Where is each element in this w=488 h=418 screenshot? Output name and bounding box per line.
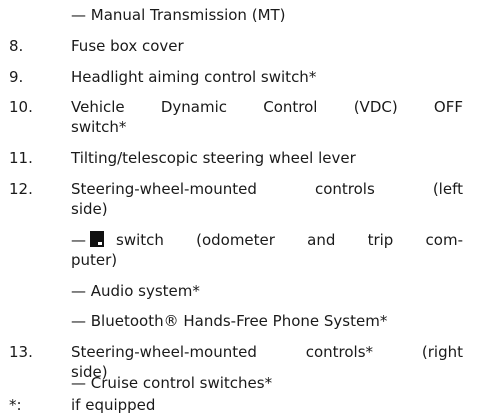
item-tilt-telescopic-lever: Tilting/telescopic steering wheel lever: [71, 149, 356, 167]
word: com-: [425, 231, 463, 249]
odometer-trip-computer-switch-icon: [90, 231, 104, 247]
word: Dynamic: [160, 98, 228, 116]
word: (VDC): [353, 98, 398, 116]
word: (odometer: [196, 231, 275, 249]
word: Steering-wheel-mounted: [71, 343, 257, 361]
item-steering-controls-right: Steering-wheel-mounted controls* (right: [71, 342, 463, 362]
sub-item-audio-system: — Audio system*: [71, 282, 200, 300]
item-number-12: 12.: [9, 180, 33, 198]
item-headlight-aiming-switch: Headlight aiming control switch*: [71, 68, 317, 86]
word: and: [307, 231, 336, 249]
item-steering-controls-left: Steering-wheel-mounted controls (left: [71, 179, 463, 199]
item-number-8: 8.: [9, 37, 24, 55]
item-fuse-box-cover: Fuse box cover: [71, 37, 184, 55]
sub-item-odometer-switch-cont: puter): [71, 251, 118, 269]
sub-item-bluetooth-phone: — Bluetooth® Hands-Free Phone System*: [71, 312, 388, 330]
word: controls: [314, 180, 375, 198]
item-vdc-off-switch-cont: switch*: [71, 118, 127, 136]
dash: —: [71, 231, 86, 249]
footnote-if-equipped: if equipped: [71, 396, 156, 414]
sub-item-odometer-switch: — switch (odometer and trip com-: [71, 230, 463, 250]
item-number-11: 11.: [9, 149, 33, 167]
item-steering-controls-left-cont: side): [71, 200, 108, 218]
word: (right: [421, 343, 463, 361]
item-number-13: 13.: [9, 343, 33, 361]
item-number-10: 10.: [9, 98, 33, 116]
sub-item-cruise-control: — Cruise control switches*: [71, 374, 273, 392]
word: controls*: [305, 343, 374, 361]
sub-item-prefix: — switch: [71, 230, 164, 250]
manual-page: — Manual Transmission (MT) 8. Fuse box c…: [0, 0, 488, 418]
word: (left: [432, 180, 463, 198]
item-number-9: 9.: [9, 68, 24, 86]
word: trip: [367, 231, 394, 249]
footnote-marker: *:: [9, 396, 22, 414]
word: OFF: [433, 98, 463, 116]
word: switch: [116, 231, 164, 249]
item-vdc-off-switch: Vehicle Dynamic Control (VDC) OFF: [71, 97, 463, 117]
word: Control: [263, 98, 318, 116]
sub-item-manual-transmission: — Manual Transmission (MT): [71, 6, 286, 24]
word: Vehicle: [71, 98, 125, 116]
word: Steering-wheel-mounted: [71, 180, 257, 198]
